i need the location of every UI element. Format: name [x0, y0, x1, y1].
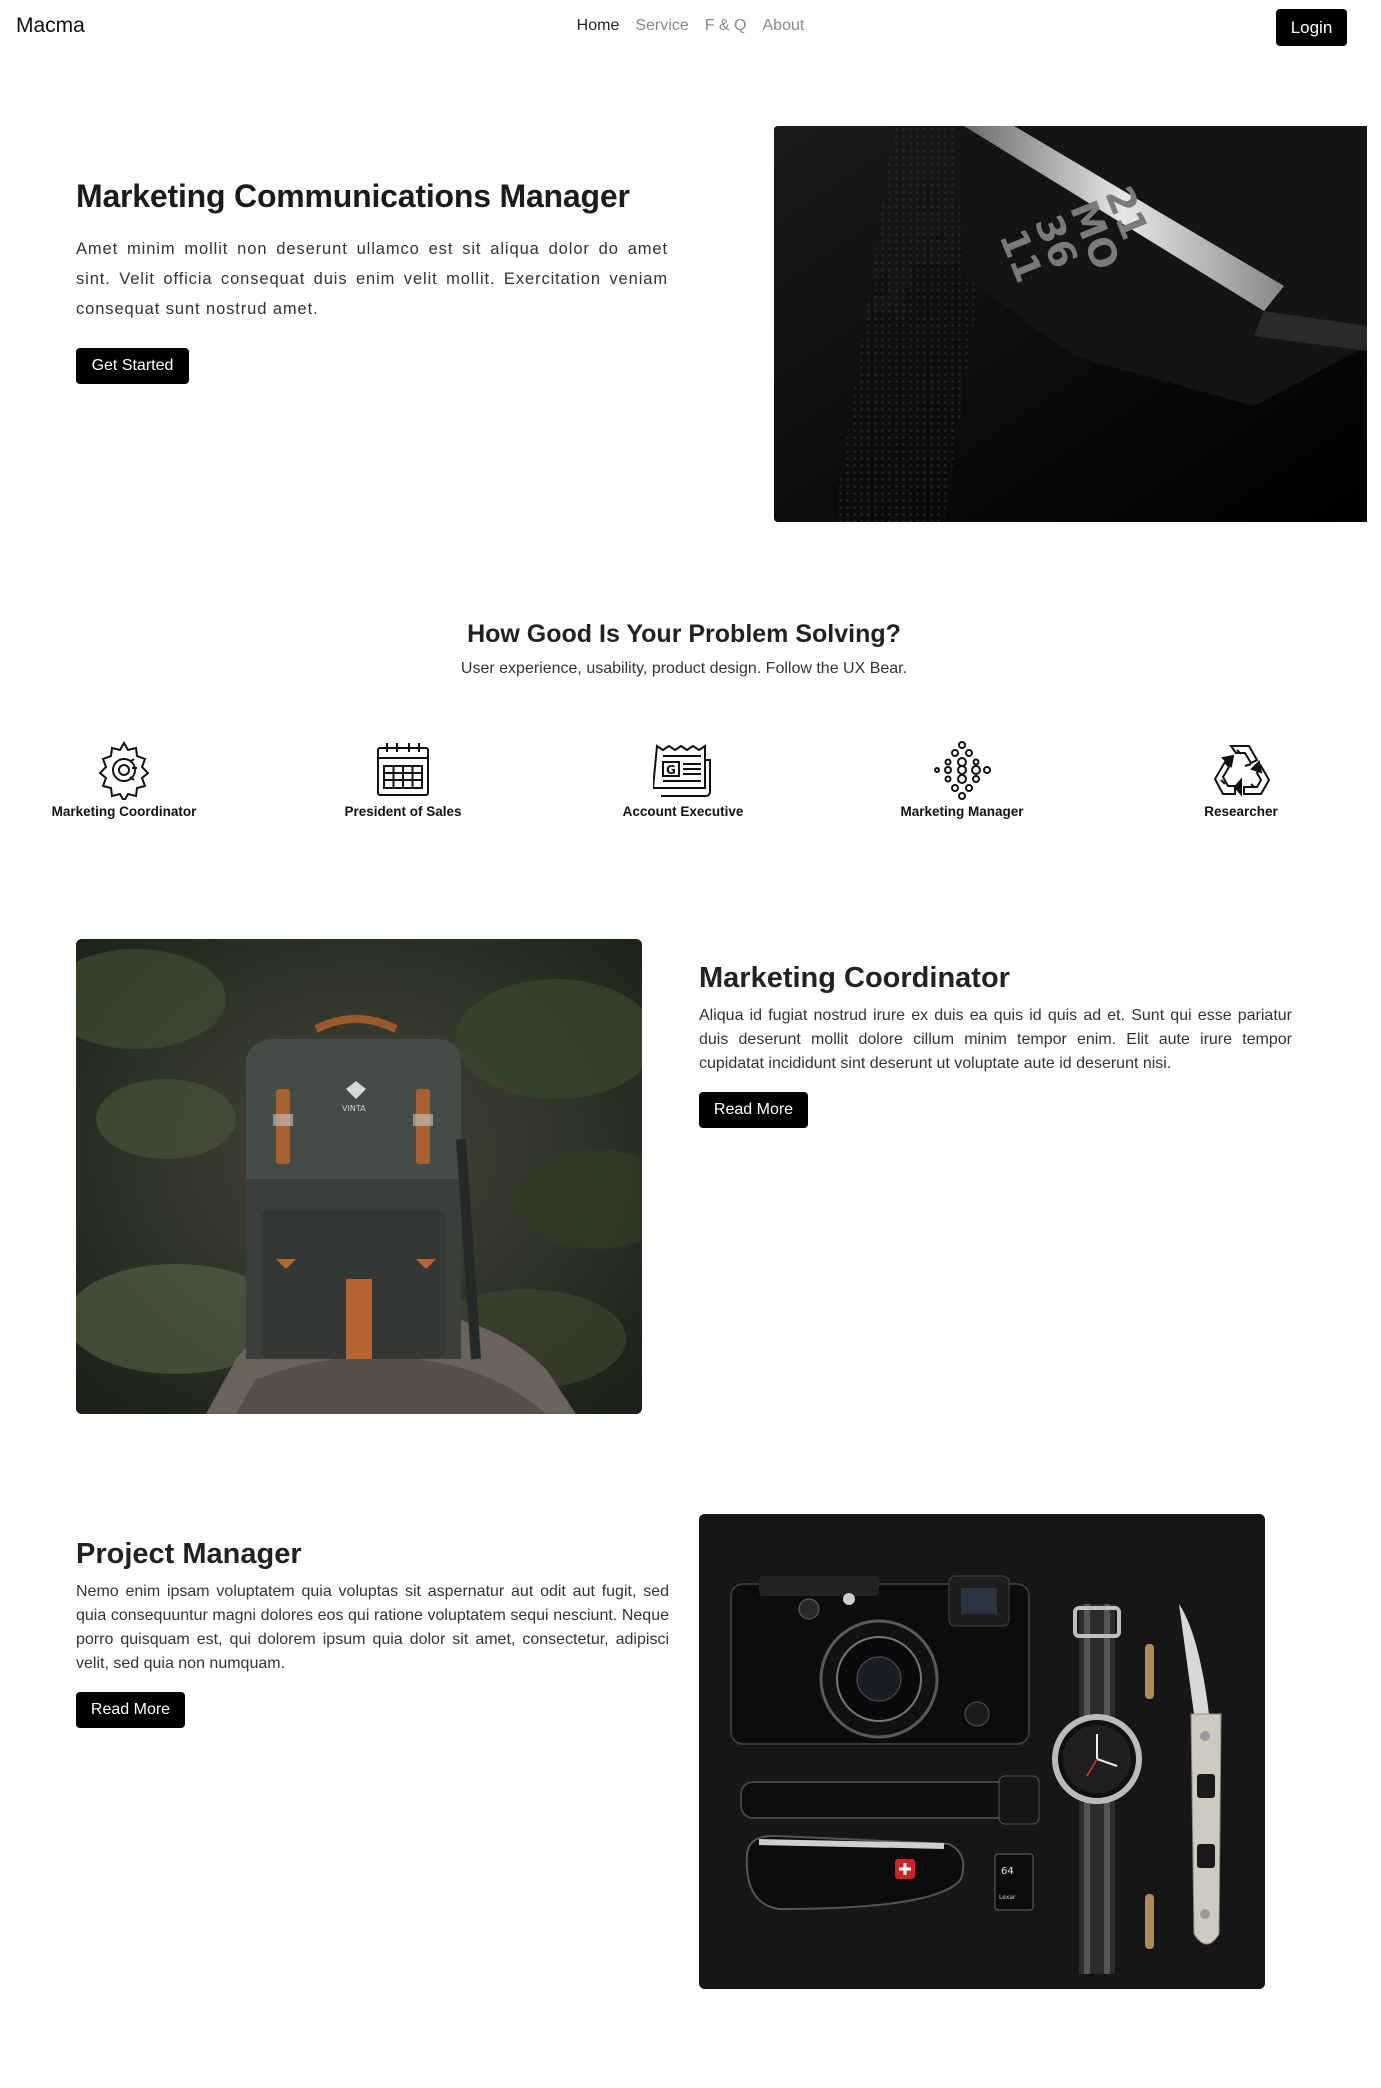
feature-president-of-sales[interactable]: President of Sales [308, 740, 498, 819]
top-navbar: Macma Home Service F & Q About Login [0, 0, 1381, 56]
nav-link-home[interactable]: Home [577, 17, 620, 35]
dots-pattern-icon [934, 741, 991, 800]
card-text: Aliqua id fugiat nostrud irure ex duis e… [699, 1007, 1292, 1072]
feature-label: Marketing Coordinator [51, 804, 197, 819]
newspaper-icon: G [653, 744, 711, 797]
hero-title: Marketing Communications Manager [76, 178, 630, 214]
feature-label: Account Executive [622, 804, 744, 819]
section-title: How Good Is Your Problem Solving? [467, 620, 901, 648]
card-title: Marketing Coordinator [699, 962, 1010, 994]
backpack-image: VINTA [76, 939, 642, 1414]
nav-menu: Home Service F & Q About [0, 17, 1381, 35]
nav-link-about[interactable]: About [763, 17, 805, 35]
hero-image: 11 36 MO 21 [774, 126, 1367, 522]
feature-label: President of Sales [344, 804, 462, 819]
get-started-button[interactable]: Get Started [76, 348, 189, 384]
read-more-button[interactable]: Read More [699, 1092, 808, 1128]
flatlay-image: 64 Lexar [699, 1514, 1265, 1989]
card-text: Nemo enim ipsam voluptatem quia voluptas… [76, 1583, 669, 1672]
feature-label: Marketing Manager [900, 804, 1024, 819]
login-button[interactable]: Login [1276, 9, 1347, 46]
section-subtitle: User experience, usability, product desi… [460, 660, 908, 677]
nav-link-fq[interactable]: F & Q [705, 17, 747, 35]
calendar-icon [377, 743, 429, 796]
feature-label: Researcher [1204, 804, 1278, 819]
feature-researcher[interactable]: Researcher [1146, 740, 1336, 819]
recycle-icon [1213, 745, 1271, 797]
svg-text:G: G [666, 763, 676, 777]
feature-marketing-coordinator[interactable]: Marketing Coordinator [29, 740, 219, 819]
read-more-button[interactable]: Read More [76, 1692, 185, 1728]
svg-text:64: 64 [1001, 1866, 1014, 1877]
feature-account-executive[interactable]: G Account Executive [588, 740, 778, 819]
svg-text:Lexar: Lexar [999, 1894, 1016, 1901]
card-title: Project Manager [76, 1538, 302, 1570]
gear-icon [98, 740, 150, 800]
hero-text: Amet minim mollit non deserunt ullamco e… [76, 240, 668, 318]
feature-marketing-manager[interactable]: Marketing Manager [867, 740, 1057, 819]
svg-text:VINTA: VINTA [342, 1104, 366, 1113]
nav-link-service[interactable]: Service [635, 17, 688, 35]
